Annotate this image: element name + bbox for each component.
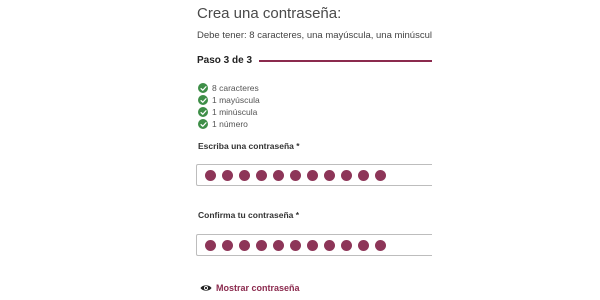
password-mask-dot: [239, 239, 250, 251]
show-password-label: Mostrar contraseña: [216, 283, 300, 293]
requirement-label: 1 mayúscula: [212, 95, 260, 105]
password-mask-dot: [341, 169, 352, 181]
check-circle-icon: [198, 83, 208, 93]
password-mask-dot: [375, 169, 386, 181]
password-mask-dot: [358, 169, 369, 181]
requirement-label: 8 caracteres: [212, 83, 259, 93]
requirement-item: 1 número: [198, 118, 260, 130]
requirements-hint: Debe tener: 8 caracteres, una mayúscula,…: [197, 30, 432, 41]
requirement-label: 1 minúscula: [212, 107, 258, 117]
form-viewport: Crea una contraseña: Debe tener: 8 carac…: [0, 0, 432, 300]
password-mask-dot: [324, 239, 335, 251]
requirements-list: 8 caracteres 1 mayúscula 1 minúscula 1 n…: [198, 82, 260, 130]
password-mask-dot: [341, 239, 352, 251]
password-mask-dot: [290, 239, 301, 251]
password-mask-dot: [222, 169, 233, 181]
check-circle-icon: [198, 95, 208, 105]
requirement-item: 8 caracteres: [198, 82, 260, 94]
requirement-item: 1 minúscula: [198, 106, 260, 118]
password-input[interactable]: [196, 164, 432, 186]
password-mask-dot: [273, 169, 284, 181]
password-mask-dot: [290, 169, 301, 181]
confirm-password-label: Confirma tu contraseña *: [198, 210, 300, 220]
password-mask-dot: [307, 169, 318, 181]
check-circle-icon: [198, 107, 208, 117]
password-mask-dot: [256, 239, 267, 251]
show-password-toggle[interactable]: Mostrar contraseña: [200, 283, 300, 293]
step-indicator: Paso 3 de 3: [197, 55, 253, 66]
eye-icon: [200, 285, 212, 291]
password-mask-dot: [358, 239, 369, 251]
password-mask-dot: [307, 239, 318, 251]
password-mask-dot: [256, 169, 267, 181]
step-progress-bar: [259, 60, 432, 62]
requirement-label: 1 número: [212, 119, 248, 129]
password-mask-dot: [375, 239, 386, 251]
password-mask-dot: [324, 169, 335, 181]
requirement-item: 1 mayúscula: [198, 94, 260, 106]
password-label: Escriba una contraseña *: [198, 141, 300, 151]
password-mask-dot: [273, 239, 284, 251]
password-page: Crea una contraseña: Debe tener: 8 carac…: [0, 0, 600, 300]
password-mask-dot: [222, 239, 233, 251]
check-circle-icon: [198, 119, 208, 129]
password-mask-dot: [239, 169, 250, 181]
password-mask-dot: [205, 169, 216, 181]
password-mask-dot: [205, 239, 216, 251]
page-title: Crea una contraseña:: [197, 5, 342, 22]
confirm-password-input[interactable]: [196, 234, 432, 256]
